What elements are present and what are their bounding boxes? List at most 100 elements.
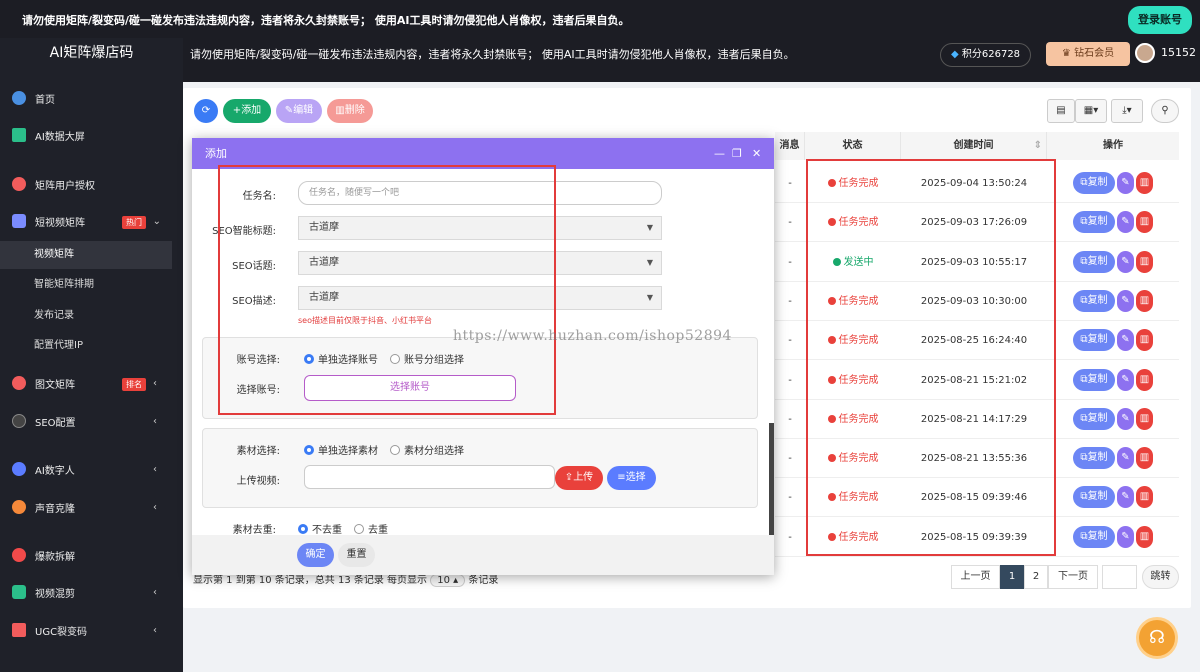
sidebar-item-label: 矩阵用户授权: [35, 180, 95, 192]
delete-row-button[interactable]: ▥: [1136, 250, 1153, 273]
sidebar-subitem-proxy-ip[interactable]: 配置代理IP: [0, 332, 172, 360]
copy-label: 复制: [1087, 216, 1108, 228]
copy-button[interactable]: ⧉复制: [1073, 329, 1115, 352]
delete-row-button[interactable]: ▥: [1136, 289, 1153, 312]
page-1-button[interactable]: 1: [1000, 565, 1024, 589]
upload-video-input[interactable]: [304, 465, 555, 489]
sidebar-item-hot-breakdown[interactable]: 爆款拆解: [0, 540, 183, 570]
caret-down-icon: ▼: [646, 223, 653, 232]
column-header-created[interactable]: 创建时间 ⇕: [901, 132, 1047, 160]
jump-button[interactable]: 跳转: [1142, 565, 1179, 589]
copy-button[interactable]: ⧉复制: [1073, 525, 1115, 548]
pie-chart-icon: [12, 91, 26, 105]
edit-row-button[interactable]: ✎: [1117, 172, 1134, 194]
edit-row-button[interactable]: ✎: [1117, 289, 1134, 312]
copy-button[interactable]: ⧉复制: [1073, 447, 1115, 470]
dedupe-yes-radio[interactable]: 去重: [354, 521, 388, 536]
edit-row-button[interactable]: ✎: [1117, 329, 1134, 352]
notice-bar: 请勿使用矩阵/裂变码/碰一碰发布违法违规内容，违者将永久封禁账号； 使用AI工具…: [0, 0, 1200, 38]
pencil-icon: ✎: [1121, 294, 1130, 306]
sidebar-item-voice-clone[interactable]: 声音克隆 ‹: [0, 492, 183, 522]
delete-row-button[interactable]: ▥: [1136, 407, 1153, 430]
copy-button[interactable]: ⧉复制: [1073, 172, 1115, 194]
toggle-view-button[interactable]: ▤: [1047, 99, 1075, 123]
sidebar-item-home[interactable]: 首页: [0, 83, 183, 113]
delete-row-button[interactable]: ▥: [1136, 172, 1153, 194]
dedupe-no-radio[interactable]: 不去重: [298, 521, 342, 536]
chevron-left-icon: ‹: [153, 377, 157, 389]
copy-button[interactable]: ⧉复制: [1073, 211, 1115, 234]
refresh-button[interactable]: ⟳: [194, 99, 218, 123]
reset-button[interactable]: 重置: [338, 543, 375, 567]
prev-page-button[interactable]: 上一页: [951, 565, 1000, 589]
edit-button[interactable]: ✎编辑: [276, 99, 322, 123]
copy-button[interactable]: ⧉复制: [1073, 486, 1115, 509]
search-icon: ⚲: [1161, 105, 1169, 116]
sidebar-item-image-text[interactable]: 图文矩阵 排名 ‹: [0, 368, 183, 398]
pencil-icon: ✎: [1121, 177, 1130, 188]
sidebar-item-seo-config[interactable]: SEO配置 ‹: [0, 406, 183, 436]
upload-button[interactable]: ⇪上传: [555, 466, 603, 490]
grid-icon: ▦▾: [1083, 105, 1099, 116]
jump-page-input[interactable]: [1102, 565, 1137, 589]
sidebar-item-user-auth[interactable]: 矩阵用户授权: [0, 169, 183, 199]
copy-icon: ⧉: [1080, 294, 1088, 306]
copy-button[interactable]: ⧉复制: [1073, 407, 1115, 430]
edit-row-button[interactable]: ✎: [1117, 486, 1134, 509]
delete-row-button[interactable]: ▥: [1136, 211, 1153, 234]
vip-label: 钻石会员: [1074, 48, 1115, 59]
modal-scrollbar[interactable]: [769, 423, 774, 535]
minimize-icon[interactable]: —: [714, 138, 725, 169]
login-button[interactable]: 登录账号: [1128, 6, 1192, 34]
customer-service-button[interactable]: ☊: [1136, 617, 1178, 659]
edit-row-button[interactable]: ✎: [1117, 525, 1134, 548]
diamond-icon: ◆: [951, 49, 962, 60]
sidebar-subitem-publish-records[interactable]: 发布记录: [0, 302, 172, 330]
export-button[interactable]: ⤓▾: [1111, 99, 1143, 123]
sidebar-item-digital-human[interactable]: AI数字人 ‹: [0, 454, 183, 484]
copy-button[interactable]: ⧉复制: [1073, 250, 1115, 273]
pencil-icon: ✎: [1121, 334, 1130, 346]
vip-badge[interactable]: ♛ 钻石会员: [1046, 42, 1130, 66]
copy-icon: ⧉: [1080, 452, 1088, 464]
choose-video-button[interactable]: ≡选择: [607, 466, 656, 490]
delete-button[interactable]: ▥删除: [327, 99, 373, 123]
material-group-radio[interactable]: 素材分组选择: [390, 442, 464, 457]
edit-row-button[interactable]: ✎: [1117, 250, 1134, 273]
sidebar-item-label: AI数据大屏: [35, 131, 85, 143]
next-page-button[interactable]: 下一页: [1048, 565, 1098, 589]
copy-button[interactable]: ⧉复制: [1073, 289, 1115, 312]
msg-cell: -: [788, 453, 792, 465]
sidebar-subitem-schedule[interactable]: 智能矩阵排期: [0, 271, 172, 299]
delete-row-button[interactable]: ▥: [1136, 447, 1153, 470]
edit-row-button[interactable]: ✎: [1117, 447, 1134, 470]
copy-button[interactable]: ⧉复制: [1073, 368, 1115, 391]
page-2-button[interactable]: 2: [1024, 565, 1048, 589]
sidebar-item-ai-dashboard[interactable]: AI数据大屏: [0, 120, 183, 150]
page-size-select[interactable]: 10 ▴: [430, 574, 466, 587]
pencil-icon: ✎: [1121, 255, 1130, 267]
material-single-radio[interactable]: 单独选择素材: [304, 442, 378, 457]
close-icon[interactable]: ✕: [752, 138, 761, 169]
edit-row-button[interactable]: ✎: [1117, 407, 1134, 430]
sidebar-item-video-mix[interactable]: 视频混剪 ‹: [0, 577, 183, 607]
columns-button[interactable]: ▦▾: [1075, 99, 1107, 123]
delete-row-button[interactable]: ▥: [1136, 486, 1153, 509]
headset-icon: ☊: [1149, 627, 1165, 648]
edit-row-button[interactable]: ✎: [1117, 211, 1134, 234]
pencil-icon: ✎: [1121, 530, 1130, 542]
sidebar-item-short-video[interactable]: 短视频矩阵 热门 ⌄: [0, 206, 183, 236]
sidebar-item-label: 短视频矩阵: [35, 217, 85, 229]
delete-row-button[interactable]: ▥: [1136, 525, 1153, 548]
edit-row-button[interactable]: ✎: [1117, 368, 1134, 391]
search-button[interactable]: ⚲: [1151, 99, 1179, 123]
maximize-icon[interactable]: ❐: [732, 138, 742, 169]
confirm-button[interactable]: 确定: [297, 543, 334, 567]
sidebar-item-ugc-code[interactable]: UGC裂变码 ‹: [0, 615, 183, 645]
avatar[interactable]: [1135, 43, 1155, 63]
highlight-status-time: [806, 159, 1056, 556]
add-button[interactable]: +添加: [223, 99, 271, 123]
delete-row-button[interactable]: ▥: [1136, 368, 1153, 391]
sidebar-subitem-video-matrix[interactable]: 视频矩阵: [0, 241, 172, 269]
delete-row-button[interactable]: ▥: [1136, 329, 1153, 352]
